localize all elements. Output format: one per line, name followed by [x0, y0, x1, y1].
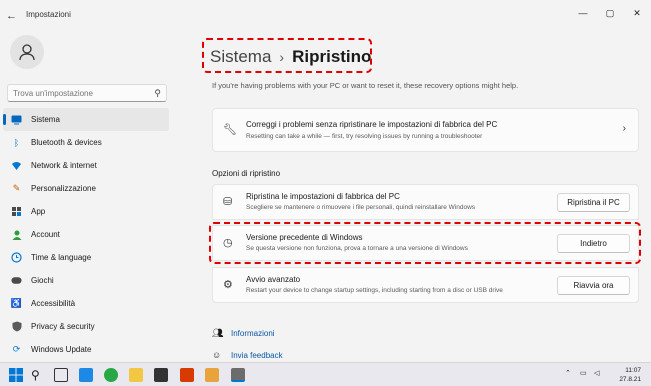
office-icon[interactable] — [180, 368, 194, 382]
minimize-icon[interactable]: — — [575, 6, 591, 20]
bluetooth-icon: ᛒ — [13, 137, 20, 148]
feedback-icon: ☺ — [212, 350, 222, 360]
link-label: Invia feedback — [231, 350, 283, 360]
taskbar: ⚲ ⌃ ▭ ◁ 11:07 27.8.21 — [0, 362, 651, 386]
task-view-icon[interactable] — [54, 368, 68, 382]
file-explorer-icon[interactable] — [129, 368, 143, 382]
sidebar-item-privacy[interactable]: Privacy & security — [3, 315, 169, 338]
sidebar-item-time-language[interactable]: Time & language — [3, 246, 169, 269]
volume-icon[interactable]: ◁ — [594, 369, 599, 377]
annotation-highlight-title — [202, 38, 372, 73]
settings-window: ← Impostazioni — ▢ ✕ ⚲ Sistema ᛒ Bluetoo… — [0, 0, 651, 362]
sidebar-item-accessibility[interactable]: ♿ Accessibilità — [3, 292, 169, 315]
user-icon — [19, 44, 35, 61]
troubleshoot-desc: Resetting can take a while — first, try … — [246, 133, 483, 140]
chevron-up-icon[interactable]: ⌃ — [565, 369, 571, 377]
option-advanced-startup: ⚙︎ Avvio avanzato Restart your device to… — [212, 267, 639, 303]
edge-icon[interactable] — [104, 368, 118, 382]
option-reset-pc: ⛁ Ripristina le impostazioni di fabbrica… — [212, 184, 639, 220]
troubleshoot-title: Correggi i problemi senza ripristinare l… — [246, 120, 498, 129]
sidebar-item-windows-update[interactable]: ⟳ Windows Update — [3, 338, 169, 361]
sidebar-item-apps[interactable]: App — [3, 200, 169, 223]
back-arrow-icon[interactable]: ← — [6, 9, 20, 23]
maximize-icon[interactable]: ▢ — [602, 6, 618, 20]
clock[interactable]: 11:07 27.8.21 — [619, 366, 641, 384]
link-label: Informazioni — [231, 328, 275, 338]
wrench-icon: 🔧︎ — [223, 124, 237, 136]
monitor-icon — [11, 114, 22, 125]
restart-now-button[interactable]: Riavvia ora — [557, 276, 630, 295]
avatar[interactable] — [10, 35, 44, 69]
annotation-highlight-option — [209, 222, 641, 264]
search-input[interactable] — [13, 87, 148, 100]
sidebar-item-label: Sistema — [31, 115, 60, 124]
info-people-icon: 👥︎ — [212, 327, 224, 338]
option-desc: Restart your device to change startup se… — [246, 287, 503, 294]
sidebar-nav: Sistema ᛒ Bluetooth & devices Network & … — [0, 108, 175, 361]
sidebar-item-label: Windows Update — [31, 345, 92, 354]
troubleshoot-card[interactable]: 🔧︎ Correggi i problemi senza ripristinar… — [212, 108, 639, 152]
globe-clock-icon — [11, 252, 22, 263]
sidebar-item-bluetooth[interactable]: ᛒ Bluetooth & devices — [3, 131, 169, 154]
sidebar-item-gaming[interactable]: Giochi — [3, 269, 169, 292]
reset-pc-button[interactable]: Ripristina il PC — [557, 193, 630, 212]
settings-gear-icon[interactable] — [231, 368, 245, 382]
option-title: Ripristina le impostazioni di fabbrica d… — [246, 192, 400, 201]
help-links: 👥︎ Informazioni ☺ Invia feedback — [212, 322, 283, 366]
advanced-startup-icon: ⚙︎ — [223, 279, 233, 291]
sidebar-item-accounts[interactable]: Account — [3, 223, 169, 246]
brush-icon: ✎ — [12, 183, 21, 193]
app-title: Impostazioni — [26, 10, 71, 19]
search-box[interactable]: ⚲ — [7, 84, 167, 102]
section-title: Opzioni di ripristino — [212, 169, 281, 178]
search-icon: ⚲ — [154, 88, 161, 98]
chevron-right-icon: › — [622, 123, 626, 134]
update-icon: ⟳ — [12, 344, 21, 354]
title-bar: ← Impostazioni — ▢ ✕ — [0, 0, 651, 30]
sidebar-item-label: Bluetooth & devices — [31, 138, 102, 147]
sidebar-item-label: Network & internet — [31, 161, 97, 170]
sidebar-item-network[interactable]: Network & internet — [3, 154, 169, 177]
apps-icon — [11, 206, 22, 217]
account-icon — [11, 229, 22, 240]
link-information[interactable]: 👥︎ Informazioni — [212, 322, 283, 344]
accessibility-icon: ♿ — [10, 298, 23, 308]
store-icon[interactable] — [154, 368, 168, 382]
search-icon[interactable]: ⚲ — [31, 368, 45, 382]
sidebar-item-personalization[interactable]: ✎ Personalizzazione — [3, 177, 169, 200]
clock-time: 11:07 — [625, 367, 641, 374]
wifi-icon — [11, 160, 22, 171]
option-title: Avvio avanzato — [246, 275, 301, 284]
network-icon[interactable]: ▭ — [580, 369, 587, 377]
sidebar-item-label: Privacy & security — [31, 322, 95, 331]
intro-text: If you're having problems with your PC o… — [212, 81, 519, 90]
clock-date: 27.8.21 — [619, 376, 641, 383]
sidebar-item-label: Time & language — [31, 253, 92, 262]
close-icon[interactable]: ✕ — [629, 6, 645, 20]
folder-icon[interactable] — [205, 368, 219, 382]
sidebar-item-label: Accessibilità — [31, 299, 76, 308]
widgets-icon[interactable] — [79, 368, 93, 382]
option-desc: Scegliere se mantenere o rimuovere i fil… — [246, 204, 476, 211]
sidebar-item-label: Personalizzazione — [31, 184, 96, 193]
reset-pc-icon: ⛁ — [223, 196, 233, 208]
gamepad-icon — [11, 275, 22, 286]
windows-start-icon[interactable] — [9, 368, 23, 382]
sidebar-item-sistema[interactable]: Sistema — [3, 108, 169, 131]
shield-icon — [11, 321, 22, 332]
sidebar-item-label: Giochi — [31, 276, 54, 285]
sidebar-item-label: App — [31, 207, 46, 216]
sidebar-item-label: Account — [31, 230, 60, 239]
